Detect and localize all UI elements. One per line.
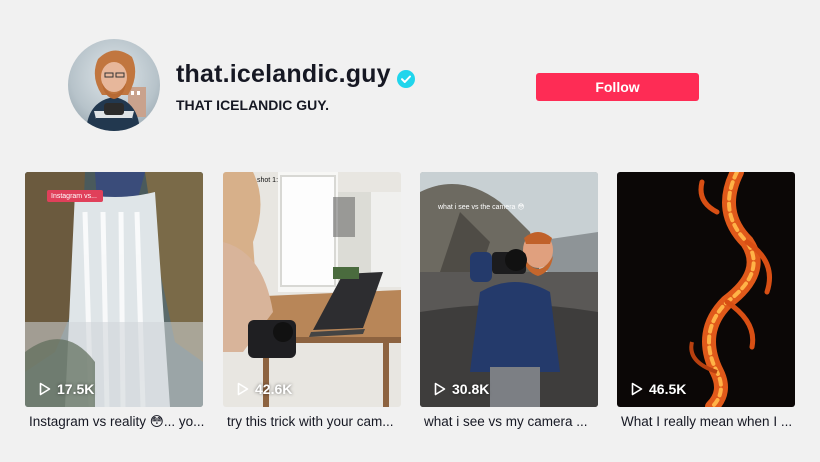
view-count-value: 30.8K <box>452 381 490 397</box>
profile-nickname: THAT ICELANDIC GUY. <box>176 97 329 113</box>
video-card[interactable]: 46.5K What I really mean when I ... <box>617 172 795 429</box>
video-overlay-text: shot 1: <box>257 177 279 184</box>
video-thumbnail[interactable]: 46.5K <box>617 172 795 407</box>
view-count-value: 42.6K <box>255 381 293 397</box>
view-count: 17.5K <box>39 381 94 397</box>
profile-username-row: that.icelandic.guy <box>176 60 415 89</box>
play-icon <box>631 382 643 396</box>
view-count: 42.6K <box>237 381 292 397</box>
follow-button[interactable]: Follow <box>536 73 699 101</box>
video-overlay-text: Instagram vs... <box>51 193 97 200</box>
play-icon <box>39 382 51 396</box>
video-overlay-text: what i see vs the camera 😳 <box>438 204 525 211</box>
video-caption[interactable]: what i see vs my camera ... <box>424 414 604 429</box>
video-card[interactable]: shot 1: 42.6K try this trick with your c… <box>223 172 401 429</box>
view-count-value: 17.5K <box>57 381 95 397</box>
video-thumbnail[interactable]: shot 1: 42.6K <box>223 172 401 407</box>
lava-thumbnail-image <box>617 172 795 407</box>
view-count: 46.5K <box>631 381 686 397</box>
play-icon <box>237 382 249 396</box>
waterfall-thumbnail-image <box>25 172 203 407</box>
video-thumbnail[interactable]: what i see vs the camera 😳 30.8K <box>420 172 598 407</box>
play-icon <box>434 382 446 396</box>
avatar-image <box>86 50 146 131</box>
video-card[interactable]: what i see vs the camera 😳 30.8K what i … <box>420 172 598 429</box>
verified-check-icon <box>396 66 415 88</box>
view-count: 30.8K <box>434 381 489 397</box>
profile-avatar[interactable] <box>68 39 160 131</box>
laptop-room-thumbnail-image <box>223 172 401 407</box>
video-caption[interactable]: try this trick with your cam... <box>227 414 407 429</box>
profile-username: that.icelandic.guy <box>176 60 391 88</box>
video-caption[interactable]: What I really mean when I ... <box>621 414 801 429</box>
video-thumbnail[interactable]: Instagram vs... 17.5K <box>25 172 203 407</box>
video-caption[interactable]: Instagram vs reality 😳... yo... <box>29 414 209 430</box>
view-count-value: 46.5K <box>649 381 687 397</box>
video-card[interactable]: Instagram vs... 17.5K Instagram vs reali… <box>25 172 204 429</box>
